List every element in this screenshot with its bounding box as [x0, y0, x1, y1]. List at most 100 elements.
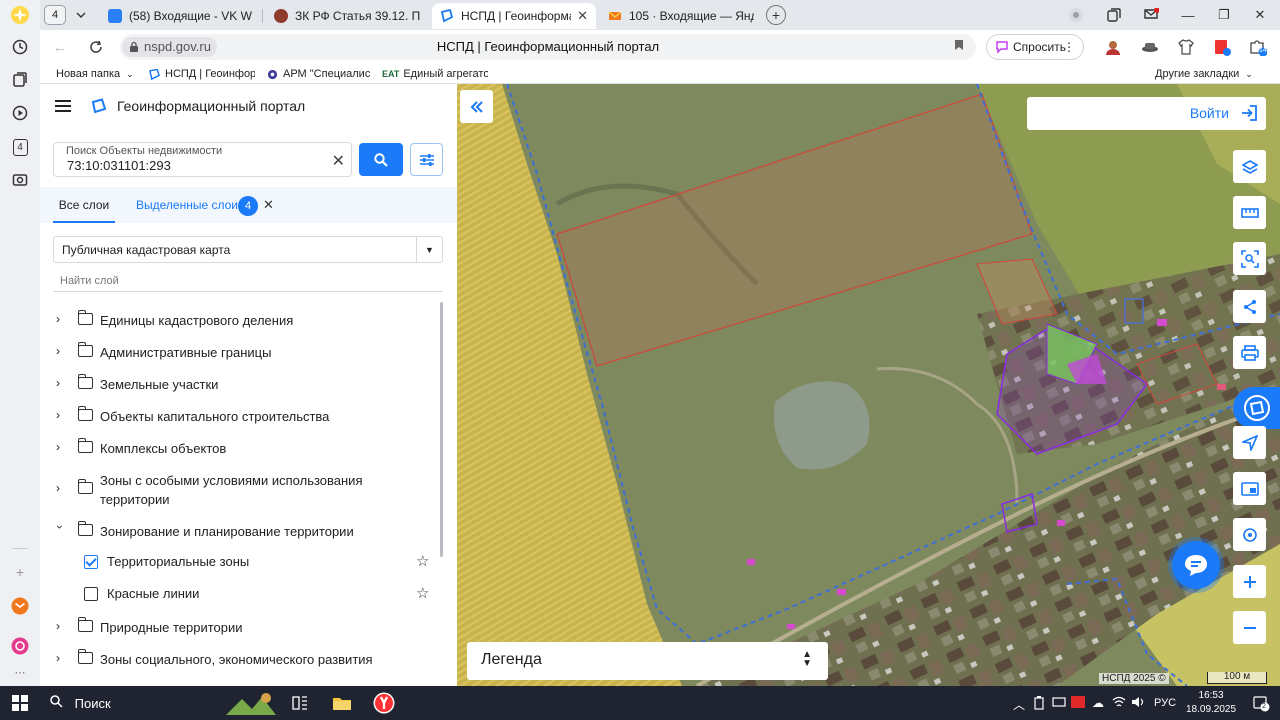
- tab-close-icon[interactable]: ✕: [577, 8, 588, 24]
- restore-icon[interactable]: ❐: [1206, 0, 1242, 30]
- layer-checkbox[interactable]: [84, 587, 98, 601]
- zoom-out-button[interactable]: [1233, 611, 1266, 644]
- bookmark-icon[interactable]: [954, 39, 964, 54]
- usb-icon[interactable]: [1052, 696, 1066, 711]
- tab-vk-workmail[interactable]: (58) Входящие - VK WorkM: [100, 3, 260, 29]
- filter-button[interactable]: [410, 143, 443, 176]
- taskbar-search[interactable]: Поиск: [50, 695, 111, 711]
- reload-button[interactable]: [84, 36, 108, 58]
- menu-dots-icon[interactable]: ⋮: [1063, 40, 1075, 54]
- chevron-right-icon[interactable]: ›: [56, 440, 68, 454]
- protect-icon[interactable]: [1058, 0, 1094, 30]
- locate-tool-button[interactable]: [1233, 518, 1266, 551]
- extension-shirt-icon[interactable]: [1176, 37, 1196, 57]
- clear-icon[interactable]: ✕: [332, 151, 345, 171]
- find-layer-input[interactable]: Найти слой: [53, 272, 443, 292]
- map-view[interactable]: Войти Легенда ▲ ▼ НСПД 2025 © 100 м: [457, 84, 1280, 686]
- antivirus-icon[interactable]: [1071, 696, 1085, 711]
- area-search-tool-button[interactable]: [1233, 242, 1266, 275]
- layer-checkbox[interactable]: [84, 555, 98, 569]
- chevron-down-icon[interactable]: ›: [53, 525, 67, 537]
- chevron-right-icon[interactable]: ›: [56, 344, 68, 358]
- cloud-icon[interactable]: ☁: [1092, 696, 1104, 710]
- chevron-right-icon[interactable]: ›: [56, 312, 68, 326]
- chevron-right-icon[interactable]: ›: [56, 651, 68, 665]
- search-input[interactable]: Поиск Объекты недвижимости 73:10:031101:…: [53, 142, 352, 177]
- minimap-tool-button[interactable]: [1233, 472, 1266, 505]
- battery-icon[interactable]: [1034, 696, 1044, 713]
- notification-center-icon[interactable]: 2: [1252, 694, 1270, 715]
- edge-assistant-button[interactable]: [1233, 387, 1280, 429]
- windows-icon[interactable]: [1096, 0, 1132, 30]
- chat-button[interactable]: [1172, 541, 1220, 589]
- zoom-in-button[interactable]: [1233, 565, 1266, 598]
- add-panel-icon[interactable]: +: [10, 562, 30, 582]
- bookmark-arm[interactable]: АРМ "Специалис: [267, 66, 371, 82]
- geolocation-button[interactable]: [1233, 426, 1266, 459]
- other-bookmarks[interactable]: Другие закладки ⌄: [1155, 66, 1265, 82]
- print-tool-button[interactable]: [1233, 336, 1266, 369]
- wifi-icon[interactable]: [1112, 696, 1126, 711]
- mail-app-icon[interactable]: [10, 596, 30, 616]
- more-icon[interactable]: ⋯: [10, 662, 30, 682]
- tab-zk-rf[interactable]: ЗК РФ Статья 39.12. Пров: [266, 3, 428, 29]
- url-bar[interactable]: nspd.gov.ru НСПД | Геоинформационный пор…: [120, 34, 976, 60]
- chevron-right-icon[interactable]: ›: [56, 376, 68, 390]
- yandex-browser-icon[interactable]: [372, 691, 396, 715]
- collections-icon[interactable]: [10, 70, 30, 90]
- bookmark-nspd[interactable]: НСПД | Геоинфор: [149, 66, 255, 82]
- ask-button[interactable]: Спросить ⋮: [986, 34, 1084, 60]
- screenshot-icon[interactable]: [10, 170, 30, 190]
- chevron-down-icon[interactable]: [70, 5, 92, 25]
- volume-icon[interactable]: [1131, 696, 1145, 711]
- collapse-panel-button[interactable]: [460, 90, 493, 123]
- extension-puzzle-icon[interactable]: 14: [1248, 37, 1268, 57]
- clock[interactable]: 16:53 18.09.2025: [1186, 689, 1236, 717]
- notifications-icon[interactable]: [1133, 0, 1169, 30]
- login-button[interactable]: Войти: [1027, 97, 1266, 130]
- layers-tool-button[interactable]: [1233, 150, 1266, 183]
- chevron-right-icon[interactable]: ›: [56, 619, 68, 633]
- history-icon[interactable]: [10, 37, 30, 57]
- menu-icon[interactable]: [55, 100, 71, 112]
- tab-all-layers[interactable]: Все слои: [53, 187, 115, 223]
- bookmark-eat[interactable]: EAT Единый агрегатор: [382, 66, 488, 82]
- panel-scrollbar[interactable]: [440, 302, 443, 557]
- video-icon[interactable]: [10, 103, 30, 123]
- new-tab-button[interactable]: +: [766, 5, 786, 25]
- search-value[interactable]: 73:10:031101:293: [67, 158, 171, 173]
- basemap-select[interactable]: Публичная кадастровая карта ▼: [53, 236, 443, 263]
- star-icon[interactable]: ☆: [416, 552, 429, 570]
- tab-yandex-mail[interactable]: 105 · Входящие — Яндекс: [600, 3, 762, 29]
- extension-avatar-icon[interactable]: [1103, 37, 1123, 57]
- bookmark-folder-new[interactable]: Новая папка ⌄: [56, 66, 136, 82]
- back-button[interactable]: ←: [48, 36, 72, 58]
- minimize-icon[interactable]: —: [1170, 0, 1206, 30]
- tree-item-label: Земельные участки: [100, 377, 219, 392]
- file-explorer-icon[interactable]: [330, 691, 354, 715]
- tab-count-button[interactable]: 4: [44, 5, 66, 25]
- tray-expand-icon[interactable]: ︿: [1013, 696, 1025, 713]
- folder-icon: [77, 438, 93, 453]
- close-window-icon[interactable]: ✕: [1242, 0, 1278, 30]
- tabs-counter-icon[interactable]: 4: [10, 137, 30, 157]
- chevron-right-icon[interactable]: ›: [56, 481, 68, 495]
- extension-pdf-icon[interactable]: [1212, 37, 1232, 57]
- yandex-logo-icon[interactable]: [10, 5, 30, 25]
- star-icon[interactable]: ☆: [416, 584, 429, 602]
- widgets-icon[interactable]: [222, 691, 278, 715]
- ruler-tool-button[interactable]: [1233, 196, 1266, 229]
- tree-item-label: Комплексы объектов: [100, 441, 227, 456]
- search-button[interactable]: [359, 143, 403, 176]
- share-tool-button[interactable]: [1233, 290, 1266, 323]
- input-language[interactable]: РУС: [1154, 697, 1176, 709]
- task-view-icon[interactable]: [288, 691, 312, 715]
- tab-nspd[interactable]: НСПД | Геоинформаци ✕: [432, 3, 596, 29]
- extension-hat-icon[interactable]: [1140, 37, 1160, 57]
- alice-icon[interactable]: [10, 636, 30, 656]
- chevron-right-icon[interactable]: ›: [56, 408, 68, 422]
- windows-start-icon[interactable]: [12, 695, 28, 711]
- tab-selected-layers[interactable]: Выделенные слои: [136, 187, 238, 223]
- legend-panel[interactable]: Легенда ▲ ▼: [467, 642, 828, 680]
- clear-selection-icon[interactable]: ✕: [263, 197, 274, 213]
